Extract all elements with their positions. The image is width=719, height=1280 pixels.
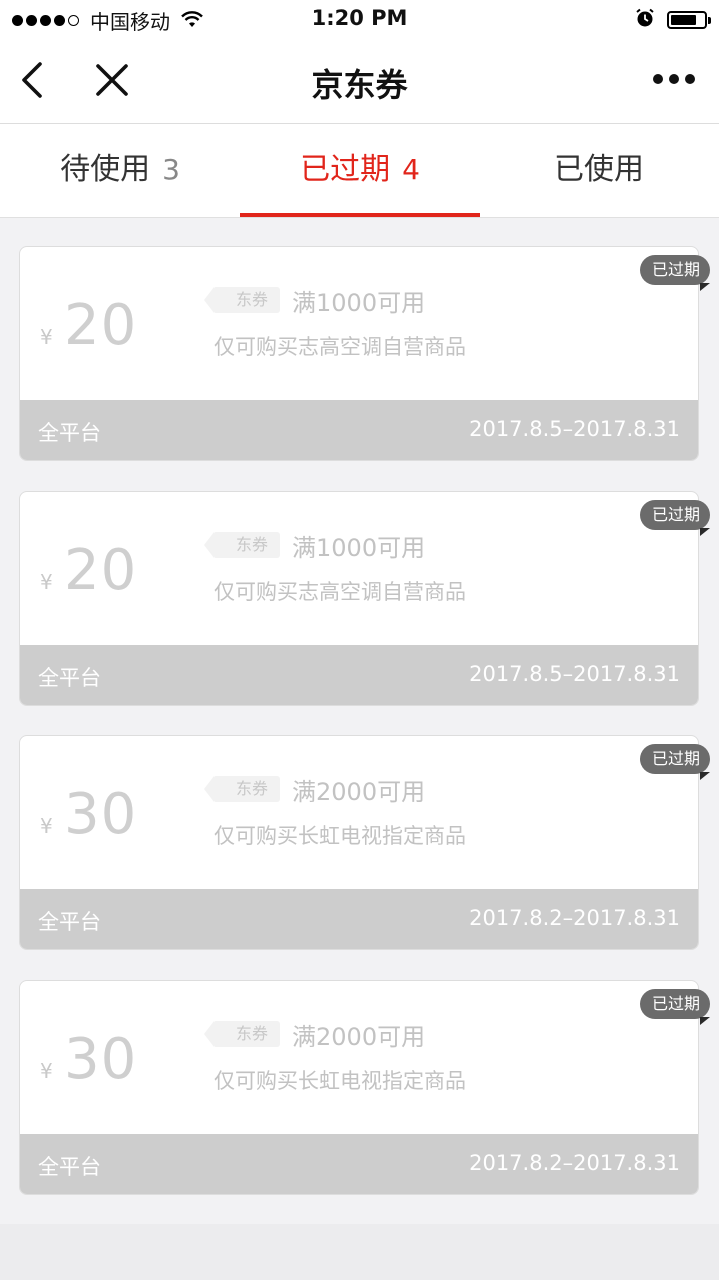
battery-icon — [667, 11, 711, 29]
currency-symbol: ¥ — [40, 325, 53, 349]
expired-badge: 已过期 — [639, 989, 710, 1019]
coupon-platform: 全平台 — [38, 910, 101, 934]
coupon-condition: 满2000可用 — [292, 777, 426, 806]
more-dots-icon — [653, 74, 663, 84]
coupon-body: ¥ 20 东券 满1000可用 仅可购买志高空调自营商品 — [20, 492, 698, 646]
expired-badge: 已过期 — [639, 255, 710, 285]
coupon-condition: 满1000可用 — [292, 533, 426, 562]
coupon-description: 仅可购买长虹电视指定商品 — [214, 824, 466, 848]
coupon-tag-row: 东券 满1000可用 — [203, 287, 425, 317]
coupon-description: 仅可购买志高空调自营商品 — [214, 580, 466, 604]
coupon-body: ¥ 20 东券 满1000可用 仅可购买志高空调自营商品 — [20, 247, 698, 401]
page-title: 京东券 — [311, 66, 408, 104]
coupon-validity-period: 2017.8.2–2017.8.31 — [469, 906, 680, 930]
coupon-type-tag: 东券 — [203, 1021, 281, 1047]
coupon-type-tag: 东券 — [203, 532, 281, 558]
status-time: 1:20 PM — [311, 6, 408, 30]
coupon-platform: 全平台 — [38, 421, 101, 445]
coupon-card[interactable]: ¥ 30 东券 满2000可用 仅可购买长虹电视指定商品 全平台 2017.8.… — [19, 735, 710, 950]
coupon-footer: 全平台 2017.8.5–2017.8.31 — [20, 645, 698, 705]
tab-expired-label: 已过期 — [300, 152, 391, 187]
badge-fold — [700, 1017, 710, 1025]
tab-used-label: 已使用 — [554, 152, 644, 187]
tab-unused-count: 3 — [162, 153, 180, 186]
coupon-tag-row: 东券 满2000可用 — [203, 776, 425, 806]
coupon-amount: 20 — [64, 293, 138, 358]
coupon-tag-row: 东券 满2000可用 — [203, 1021, 425, 1051]
expired-badge: 已过期 — [639, 744, 710, 774]
coupon-type-tag: 东券 — [203, 287, 281, 313]
coupon-body: ¥ 30 东券 满2000可用 仅可购买长虹电视指定商品 — [20, 981, 698, 1135]
coupon-footer: 全平台 2017.8.2–2017.8.31 — [20, 889, 698, 949]
navigation-bar: 京东券 — [0, 38, 719, 124]
coupon-validity-period: 2017.8.5–2017.8.31 — [469, 417, 680, 441]
list-bottom-area — [0, 1224, 719, 1280]
alarm-icon — [635, 8, 655, 32]
coupon-amount: 30 — [64, 1027, 138, 1092]
currency-symbol: ¥ — [40, 1059, 53, 1083]
coupon-description: 仅可购买志高空调自营商品 — [214, 335, 466, 359]
tab-expired-count: 4 — [402, 153, 420, 186]
coupon-validity-period: 2017.8.5–2017.8.31 — [469, 662, 680, 686]
coupon-platform: 全平台 — [38, 1155, 101, 1179]
badge-fold — [700, 283, 710, 291]
status-right — [635, 8, 711, 32]
coupon-card[interactable]: ¥ 20 东券 满1000可用 仅可购买志高空调自营商品 全平台 2017.8.… — [19, 491, 710, 706]
coupon-type-tag: 东券 — [203, 776, 281, 802]
coupon-amount: 20 — [64, 538, 138, 603]
status-bar: 中国移动 1:20 PM — [0, 0, 719, 38]
coupon-body: ¥ 30 东券 满2000可用 仅可购买长虹电视指定商品 — [20, 736, 698, 890]
coupon-platform: 全平台 — [38, 666, 101, 690]
coupon-footer: 全平台 2017.8.5–2017.8.31 — [20, 400, 698, 460]
tab-used[interactable]: 已使用 — [479, 124, 719, 217]
coupon-validity-period: 2017.8.2–2017.8.31 — [469, 1151, 680, 1175]
tab-unused[interactable]: 待使用 3 — [0, 124, 240, 217]
badge-fold — [700, 528, 710, 536]
badge-fold — [700, 772, 710, 780]
tab-expired[interactable]: 已过期 4 — [240, 124, 480, 217]
coupon-condition: 满1000可用 — [292, 288, 426, 317]
coupon-footer: 全平台 2017.8.2–2017.8.31 — [20, 1134, 698, 1194]
coupon-card[interactable]: ¥ 20 东券 满1000可用 仅可购买志高空调自营商品 全平台 2017.8.… — [19, 246, 710, 461]
more-options-button[interactable] — [647, 74, 695, 84]
coupon-amount: 30 — [64, 782, 138, 847]
coupon-card[interactable]: ¥ 30 东券 满2000可用 仅可购买长虹电视指定商品 全平台 2017.8.… — [19, 980, 710, 1195]
expired-badge: 已过期 — [639, 500, 710, 530]
tab-unused-label: 待使用 — [60, 152, 151, 187]
tab-bar: 待使用 3 已过期 4 已使用 — [0, 124, 719, 218]
coupon-description: 仅可购买长虹电视指定商品 — [214, 1069, 466, 1093]
coupon-tag-row: 东券 满1000可用 — [203, 532, 425, 562]
currency-symbol: ¥ — [40, 814, 53, 838]
currency-symbol: ¥ — [40, 570, 53, 594]
coupon-condition: 满2000可用 — [292, 1022, 426, 1051]
active-tab-indicator — [240, 213, 480, 217]
